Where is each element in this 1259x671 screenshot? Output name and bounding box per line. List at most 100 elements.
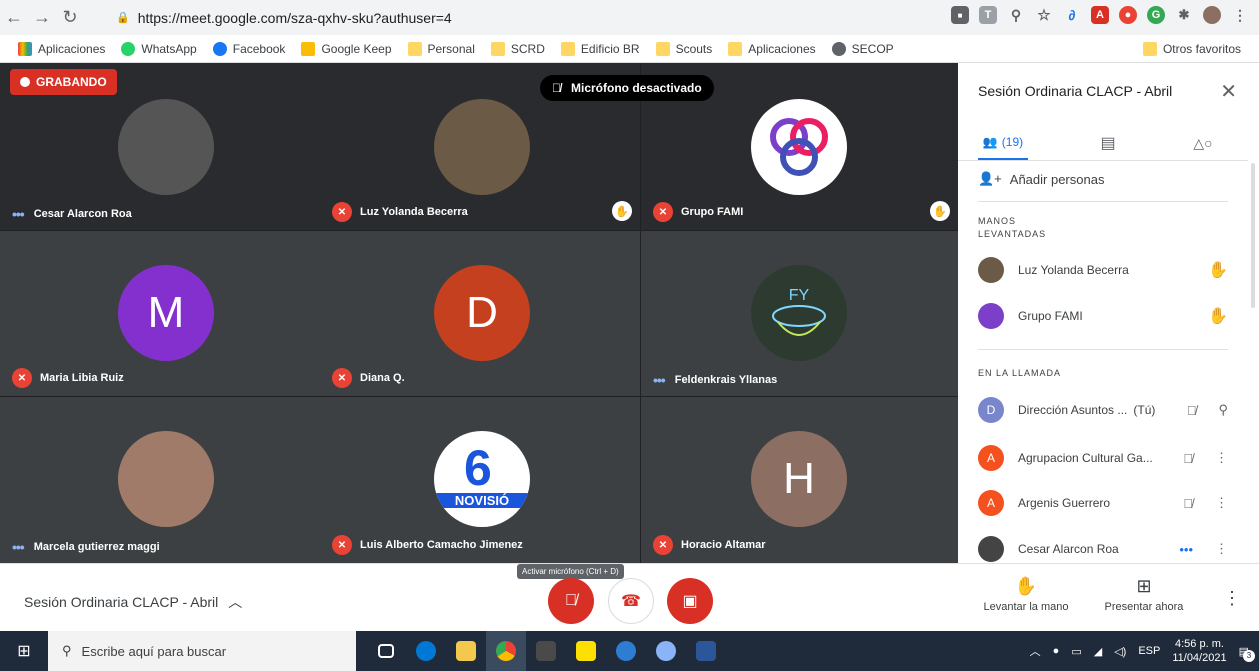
grammar-extension-icon[interactable]: G [1147,6,1165,24]
pin-icon[interactable]: ⚲ [1218,402,1228,418]
windows-start-icon[interactable]: ⊞ [0,631,48,671]
extension-red-icon[interactable]: ● [1119,6,1137,24]
participant-name: Grupo FAMI [681,206,744,218]
zoom-icon[interactable]: ⚲ [1007,6,1025,24]
meeting-details-button[interactable]: Sesión Ordinaria CLACP - Abril ︿ [24,592,242,612]
clock[interactable]: 4:56 p. m. 11/04/2021 [1172,637,1226,665]
tray-arrow-icon[interactable]: ︿ [1030,643,1041,659]
taskbar-search[interactable]: ⚲ Escribe aquí para buscar [48,631,356,671]
tab-activities[interactable]: △○ [1178,125,1228,161]
tile-feldenkrais[interactable]: FY ••• Feldenkrais Yllanas [641,231,958,396]
wifi-icon[interactable]: ◢ [1094,645,1102,658]
star-icon[interactable]: ☆ [1035,6,1053,24]
raise-hand-button[interactable]: ✋ Levantar la mano [971,576,1081,613]
menu-icon[interactable]: ⋮ [1231,6,1249,24]
bookmark-whatsapp[interactable]: WhatsApp [121,41,197,56]
tile-maria[interactable]: M ✕ Maria Libia Ruiz [0,231,320,396]
camera-icon[interactable]: ■ [951,6,969,24]
participant-name: Cesar Alarcon Roa [33,208,132,220]
bookmark-other[interactable]: Otros favoritos [1142,42,1241,56]
bookmark-scrd[interactable]: SCRD [490,41,545,56]
speaking-dots-icon: ••• [1179,541,1193,557]
avatar: D [434,265,530,361]
participant-name: Marcela gutierrez maggi [33,541,160,553]
more-options-icon[interactable]: ⋮ [1223,588,1241,609]
mic-off-icon: 🎙̸ [565,592,577,609]
mic-toggle-button[interactable]: 🎙̸ [548,578,594,624]
present-icon: ⊞ [1136,576,1152,596]
puzzle-icon[interactable]: ✱ [1175,6,1193,24]
svg-text:FY: FY [789,287,810,304]
file-explorer-icon[interactable] [446,631,486,671]
network-icon[interactable]: ▭ [1071,645,1081,658]
tile-horacio[interactable]: H ✕ Horacio Altamar [641,397,958,563]
music-logo-icon: 6 [464,440,492,496]
mic-tray-icon[interactable]: ● [1053,645,1060,657]
call-row[interactable]: A Agrupacion Cultural Ga... 🎙̸ ⋮ [978,443,1228,473]
participant-name: Luz Yolanda Becerra [360,206,468,218]
bookmark-label: SCRD [510,41,545,56]
call-row[interactable]: Cesar Alarcon Roa ••• ⋮ [978,534,1228,564]
volume-icon[interactable]: ◁) [1114,645,1126,658]
call-row[interactable]: A Argenis Guerrero 🎙̸ ⋮ [978,488,1228,518]
bookmark-scouts[interactable]: Scouts [655,41,712,56]
more-icon[interactable]: ⋮ [1215,450,1228,466]
mic-off-icon: ✕ [332,202,352,222]
tile-name: ✕ Grupo FAMI [653,202,743,222]
folder-icon [560,41,575,56]
language-indicator[interactable]: ESP [1138,645,1160,657]
avatar [978,536,1004,562]
word-icon[interactable] [686,631,726,671]
raised-row[interactable]: Luz Yolanda Becerra ✋ [978,255,1228,285]
hand-icon: ✋ [1014,576,1038,596]
leave-call-button[interactable]: ☎ [608,578,654,624]
bookmark-edificio[interactable]: Edificio BR [560,41,640,56]
bookmarks-bar: Aplicaciones WhatsApp Facebook Google Ke… [0,35,1259,63]
task-view-icon[interactable] [366,631,406,671]
raised-row[interactable]: Grupo FAMI ✋ [978,301,1228,331]
app-moon-icon[interactable] [646,631,686,671]
tab-chat[interactable]: ▤ [1083,125,1133,161]
link-icon[interactable]: ∂ [1063,6,1081,24]
present-now-button[interactable]: ⊞ Presentar ahora [1089,576,1199,613]
more-icon[interactable]: ⋮ [1215,541,1228,557]
mic-off-icon: 🎙̸ [1183,495,1193,511]
avatar-letter: H [783,454,815,503]
forward-icon[interactable]: → [28,4,56,32]
add-people-button[interactable]: 👤+ Añadir personas [978,171,1104,187]
more-icon[interactable]: ⋮ [1215,495,1228,511]
bookmark-label: Aplicaciones [38,41,106,56]
back-icon[interactable]: ← [0,4,28,32]
edge-icon[interactable] [406,631,446,671]
bookmark-label: Personal [427,41,475,56]
bookmark-keep[interactable]: Google Keep [301,41,392,56]
globe-icon [831,41,846,56]
address-bar[interactable]: 🔒 https://meet.google.com/sza-qxhv-sku?a… [104,5,914,30]
bookmark-secop[interactable]: SECOP [831,41,894,56]
profile-avatar[interactable] [1203,6,1221,24]
avatar: A [978,445,1004,471]
translate-icon[interactable]: T [979,6,997,24]
app-blue-icon[interactable] [606,631,646,671]
people-icon: 👥 [982,134,998,149]
sticky-notes-icon[interactable] [566,631,606,671]
tile-luis[interactable]: 6 NOVISIÓ ✕ Luis Alberto Camacho Jimenez [320,397,640,563]
close-icon[interactable]: ✕ [1220,79,1237,104]
bookmark-aplicaciones[interactable]: Aplicaciones [728,41,816,56]
notifications-icon[interactable]: ▤3 [1239,645,1255,662]
tile-marcela[interactable]: ••• Marcela gutierrez maggi [0,397,320,563]
tab-people[interactable]: 👥 (19) [978,125,1028,161]
tile-diana[interactable]: D ✕ Diana Q. [320,231,640,396]
logo-avatar [751,99,847,195]
bookmark-apps[interactable]: Aplicaciones [18,41,106,56]
call-row[interactable]: D Dirección Asuntos ... (Tú) 🎙̸ ⚲ [978,395,1228,425]
calculator-icon[interactable] [526,631,566,671]
bookmark-facebook[interactable]: Facebook [212,41,285,56]
camera-toggle-button[interactable]: ▣ [667,578,713,624]
bookmark-personal[interactable]: Personal [407,41,475,56]
chrome-icon[interactable] [486,631,526,671]
panel-scrollbar[interactable] [1251,163,1255,308]
section-raised-hands: MANOS LEVANTADAS [978,215,1046,241]
reload-icon[interactable]: ↻ [56,4,84,32]
pdf-extension-icon[interactable]: A [1091,6,1109,24]
